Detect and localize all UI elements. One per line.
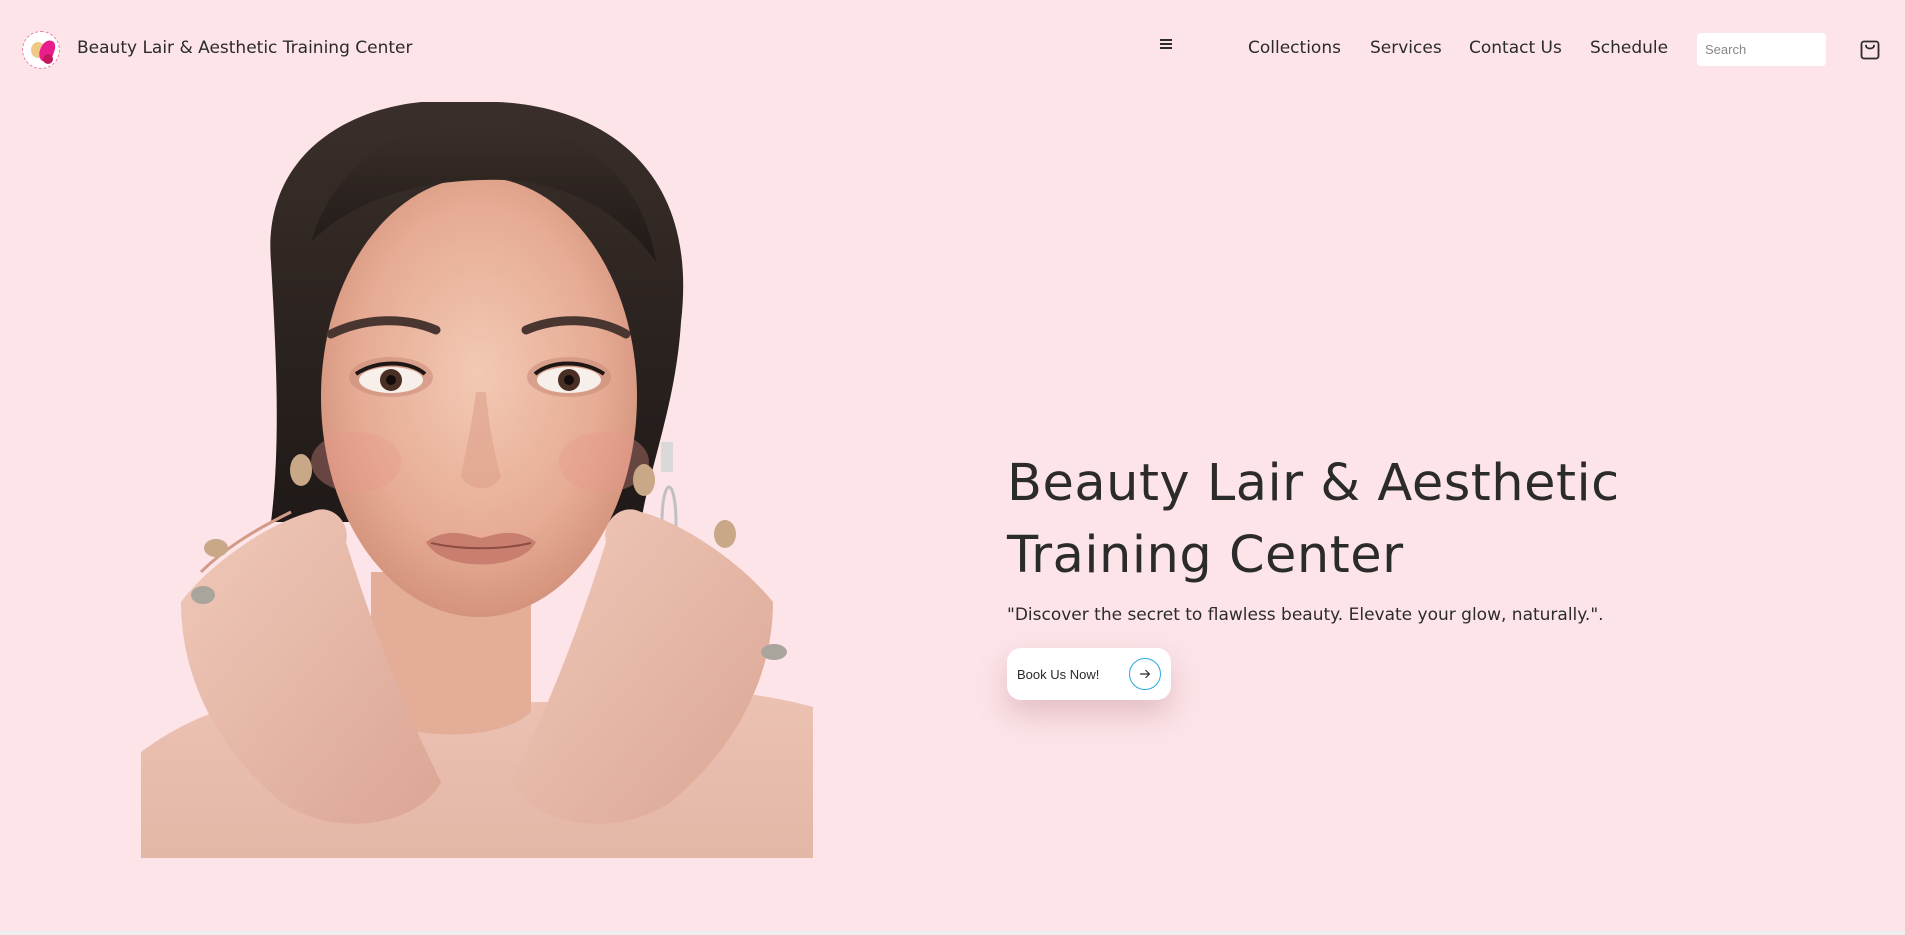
- shopping-bag-icon[interactable]: [1860, 40, 1880, 60]
- hero-portrait-image: [141, 102, 813, 858]
- search-input[interactable]: [1697, 33, 1826, 66]
- hero-subtitle: "Discover the secret to flawless beauty.…: [1007, 605, 1604, 625]
- page-bottom-divider: [0, 931, 1905, 935]
- nav-contact-us[interactable]: Contact Us: [1469, 38, 1562, 58]
- nav-schedule[interactable]: Schedule: [1590, 38, 1668, 58]
- arrow-right-icon: [1129, 658, 1161, 690]
- nav-services[interactable]: Services: [1370, 38, 1442, 58]
- salon-logo-icon[interactable]: [22, 31, 60, 69]
- book-us-now-button[interactable]: Book Us Now!: [1007, 648, 1171, 700]
- brand-name[interactable]: Beauty Lair & Aesthetic Training Center: [77, 38, 413, 58]
- landing-page: Beauty Lair & Aesthetic Training Center …: [0, 0, 1905, 935]
- book-us-now-label: Book Us Now!: [1017, 666, 1100, 682]
- site-header: Beauty Lair & Aesthetic Training Center …: [0, 0, 1905, 100]
- nav-collections[interactable]: Collections: [1248, 38, 1341, 58]
- hero-title: Beauty Lair & Aesthetic Training Center: [1007, 454, 1620, 585]
- hamburger-menu-icon[interactable]: [1160, 39, 1174, 51]
